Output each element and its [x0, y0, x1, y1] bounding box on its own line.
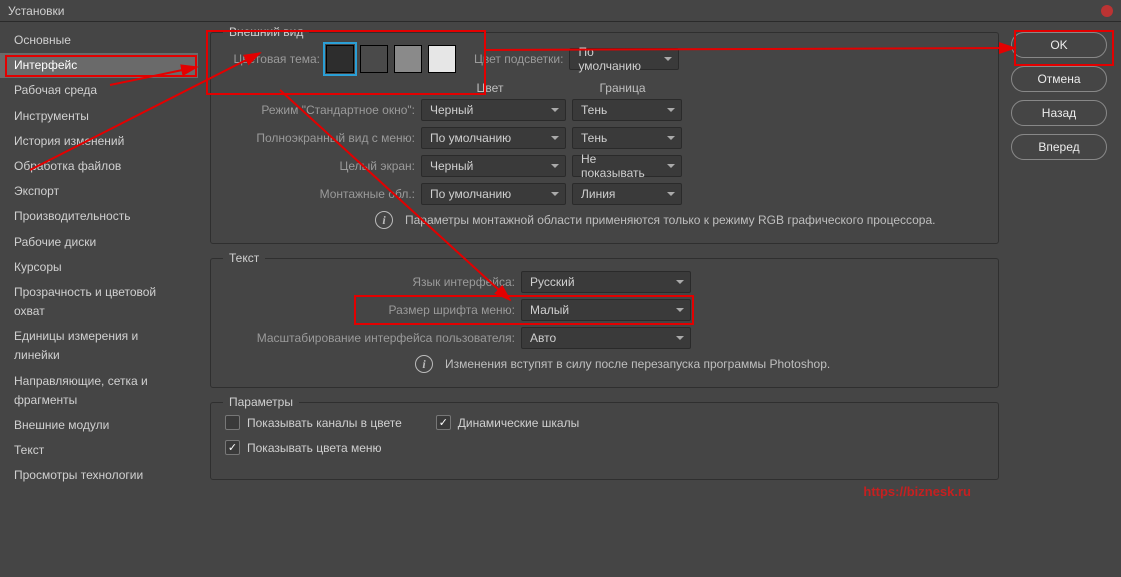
- artboards-color-dropdown[interactable]: По умолчанию: [421, 183, 566, 205]
- titlebar: Установки: [0, 0, 1121, 22]
- back-button[interactable]: Назад: [1011, 100, 1107, 126]
- show-menu-colors-checkbox[interactable]: Показывать цвета меню: [225, 440, 382, 455]
- sidebar-item-history[interactable]: История изменений: [0, 129, 198, 154]
- main-panel: Внешний вид Цветовая тема: Цвет подсветк…: [198, 22, 1011, 577]
- sidebar-item-units[interactable]: Единицы измерения и линейки: [0, 324, 198, 368]
- checkbox-icon: [436, 415, 451, 430]
- text-info-text: Изменения вступят в силу после перезапус…: [445, 357, 830, 371]
- sidebar-item-performance[interactable]: Производительность: [0, 204, 198, 229]
- highlight-color-dropdown[interactable]: По умолчанию: [569, 48, 679, 70]
- column-header-border: Граница: [565, 81, 680, 95]
- dynamic-sliders-label: Динамические шкалы: [458, 416, 579, 430]
- artboards-border-dropdown[interactable]: Линия: [572, 183, 682, 205]
- standard-mode-label: Режим "Стандартное окно":: [225, 103, 415, 117]
- sidebar-item-type[interactable]: Текст: [0, 438, 198, 463]
- dialog-buttons: OK Отмена Назад Вперед: [1011, 22, 1121, 577]
- artboards-label: Монтажные обл.:: [225, 187, 415, 201]
- checkbox-icon: [225, 415, 240, 430]
- theme-swatch-dark[interactable]: [360, 45, 388, 73]
- watermark-text: https://biznesk.ru: [863, 484, 971, 499]
- info-icon: i: [415, 355, 433, 373]
- sidebar-item-file-handling[interactable]: Обработка файлов: [0, 154, 198, 179]
- ui-font-size-dropdown[interactable]: Малый: [521, 299, 691, 321]
- ui-scaling-dropdown[interactable]: Авто: [521, 327, 691, 349]
- column-header-color: Цвет: [415, 81, 565, 95]
- close-icon[interactable]: [1101, 5, 1113, 17]
- channels-in-color-label: Показывать каналы в цвете: [247, 416, 402, 430]
- sidebar-item-workspace[interactable]: Рабочая среда: [0, 78, 198, 103]
- fullscreen-menu-border-dropdown[interactable]: Тень: [572, 127, 682, 149]
- theme-swatch-light[interactable]: [394, 45, 422, 73]
- text-legend: Текст: [223, 251, 265, 265]
- fullscreen-menu-color-dropdown[interactable]: По умолчанию: [421, 127, 566, 149]
- ui-language-dropdown[interactable]: Русский: [521, 271, 691, 293]
- sidebar-item-guides[interactable]: Направляющие, сетка и фрагменты: [0, 369, 198, 413]
- sidebar-item-export[interactable]: Экспорт: [0, 179, 198, 204]
- fullscreen-color-dropdown[interactable]: Черный: [421, 155, 566, 177]
- highlight-color-value: По умолчанию: [578, 45, 658, 73]
- ui-language-label: Язык интерфейса:: [225, 275, 515, 289]
- content: Основные Интерфейс Рабочая среда Инструм…: [0, 22, 1121, 577]
- options-group: Параметры Показывать каналы в цвете Дина…: [210, 402, 999, 480]
- checkbox-icon: [225, 440, 240, 455]
- appearance-group: Внешний вид Цветовая тема: Цвет подсветк…: [210, 32, 999, 244]
- fullscreen-border-dropdown[interactable]: Не показывать: [572, 155, 682, 177]
- window-title: Установки: [8, 4, 64, 18]
- forward-button[interactable]: Вперед: [1011, 134, 1107, 160]
- appearance-legend: Внешний вид: [223, 25, 309, 39]
- cancel-button[interactable]: Отмена: [1011, 66, 1107, 92]
- channels-in-color-checkbox[interactable]: Показывать каналы в цвете: [225, 415, 402, 430]
- fullscreen-label: Целый экран:: [225, 159, 415, 173]
- ui-scaling-label: Масштабирование интерфейса пользователя:: [225, 331, 515, 345]
- options-legend: Параметры: [223, 395, 299, 409]
- info-icon: i: [375, 211, 393, 229]
- sidebar-item-interface[interactable]: Интерфейс: [0, 53, 198, 78]
- color-theme-label: Цветовая тема:: [225, 52, 320, 66]
- appearance-info-text: Параметры монтажной области применяются …: [405, 213, 935, 227]
- show-menu-colors-label: Показывать цвета меню: [247, 441, 382, 455]
- ui-font-size-label: Размер шрифта меню:: [225, 303, 515, 317]
- standard-mode-border-dropdown[interactable]: Тень: [572, 99, 682, 121]
- dynamic-sliders-checkbox[interactable]: Динамические шкалы: [436, 415, 579, 430]
- theme-swatch-darkest[interactable]: [326, 45, 354, 73]
- sidebar: Основные Интерфейс Рабочая среда Инструм…: [0, 22, 198, 577]
- theme-swatch-lightest[interactable]: [428, 45, 456, 73]
- text-group: Текст Язык интерфейса: Русский Размер шр…: [210, 258, 999, 388]
- sidebar-item-general[interactable]: Основные: [0, 28, 198, 53]
- fullscreen-menu-label: Полноэкранный вид с меню:: [225, 131, 415, 145]
- ok-button[interactable]: OK: [1011, 32, 1107, 58]
- sidebar-item-transparency[interactable]: Прозрачность и цветовой охват: [0, 280, 198, 324]
- sidebar-item-tech-previews[interactable]: Просмотры технологии: [0, 463, 198, 488]
- highlight-color-label: Цвет подсветки:: [474, 52, 563, 66]
- sidebar-item-cursors[interactable]: Курсоры: [0, 255, 198, 280]
- sidebar-item-scratch-disks[interactable]: Рабочие диски: [0, 230, 198, 255]
- sidebar-item-plugins[interactable]: Внешние модули: [0, 413, 198, 438]
- standard-mode-color-dropdown[interactable]: Черный: [421, 99, 566, 121]
- sidebar-item-tools[interactable]: Инструменты: [0, 104, 198, 129]
- color-theme-swatches: [326, 45, 456, 73]
